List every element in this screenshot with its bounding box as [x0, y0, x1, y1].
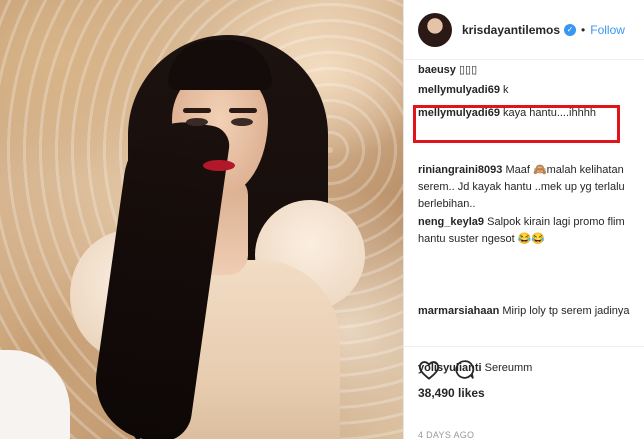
photo-eye-left	[186, 118, 208, 126]
comment-item: mellymulyadi69 k	[418, 82, 509, 99]
comment-item: riniangraini8093 Maaf 🙈malah kelihatan s…	[418, 162, 625, 213]
photo-eye-right	[231, 118, 253, 126]
post-username[interactable]: krisdayantilemos	[462, 23, 560, 37]
highlight-box	[413, 105, 620, 143]
comment-text: Maaf 🙈malah kelihatan	[505, 164, 624, 176]
comment-text: berlebihan..	[418, 198, 476, 210]
separator-dot: •	[581, 22, 586, 37]
comment-text: hantu suster ngesot 😂😂	[418, 233, 546, 245]
comment-item: marmarsiahaan Mirip loly tp serem jadiny…	[418, 303, 630, 320]
comment-text: k	[503, 84, 509, 96]
divider	[404, 346, 644, 347]
heart-icon[interactable]	[418, 360, 440, 380]
verified-check-icon: ✓	[564, 23, 577, 36]
post-actions	[418, 359, 475, 380]
comment-text: Sereumm	[484, 362, 533, 374]
comment-username[interactable]: marmarsiahaan	[418, 305, 499, 317]
comment-item: baeusy ▯▯▯	[418, 62, 477, 79]
comment-username[interactable]: riniangraini8093	[418, 164, 502, 176]
avatar[interactable]	[418, 12, 452, 47]
likes-count[interactable]: 38,490 likes	[418, 386, 485, 400]
comment-text: ▯▯▯	[458, 64, 478, 76]
post-photo	[0, 0, 403, 439]
follow-button[interactable]: Follow	[590, 23, 625, 37]
comment-item: neng_keyla9 Salpok kirain lagi promo fli…	[418, 214, 625, 248]
comment-username[interactable]: neng_keyla9	[418, 216, 484, 228]
comment-bubble-icon[interactable]	[454, 359, 475, 380]
post-header: krisdayantilemos ✓ • Follow	[404, 0, 644, 60]
photo-brow-left	[183, 108, 211, 113]
post-side-panel: krisdayantilemos ✓ • Follow baeusy ▯▯▯ m…	[403, 0, 644, 439]
photo-lips	[203, 160, 235, 171]
comment-username[interactable]: mellymulyadi69	[418, 84, 500, 96]
comment-text: Salpok kirain lagi promo flim	[487, 216, 625, 228]
photo-brow-right	[229, 108, 257, 113]
post-timestamp: 4 DAYS AGO	[418, 430, 475, 439]
comment-text: serem.. Jd kayak hantu ..mek up yg terla…	[418, 181, 625, 193]
comment-text: Mirip loly tp serem jadinya	[502, 305, 630, 317]
comment-username[interactable]: baeusy	[418, 64, 456, 76]
